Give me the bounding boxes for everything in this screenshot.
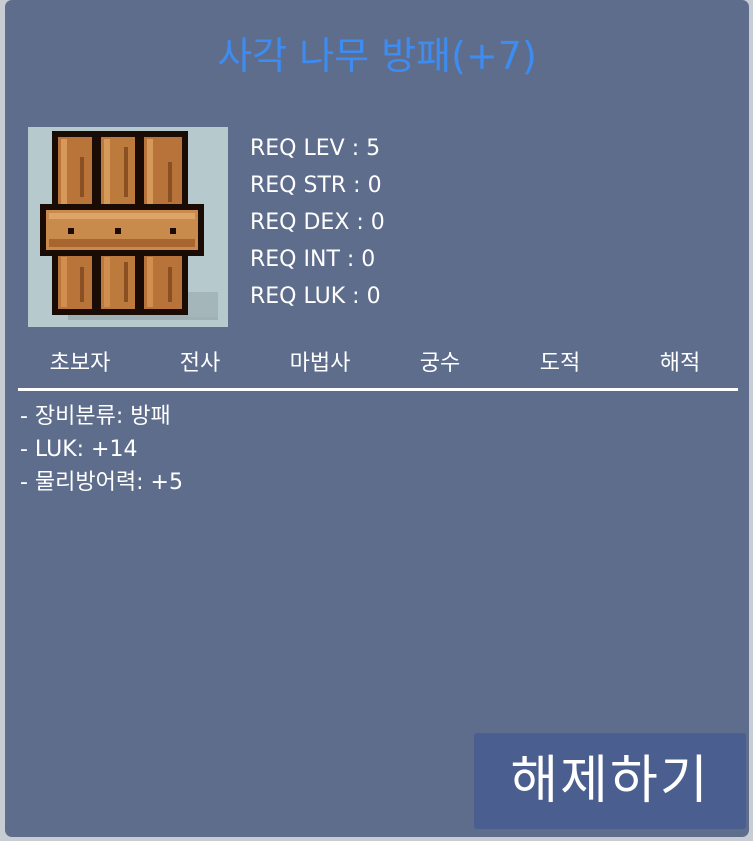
req-str: REQ STR : 0	[250, 173, 382, 198]
job-list: 초보자 전사 마법사 궁수 도적 해적	[20, 344, 740, 384]
wooden-shield-icon	[40, 131, 218, 320]
item-tooltip-panel: 사각 나무 방패(+7) REQ LEV: 5 REQ STR: 0 REQ…	[5, 0, 749, 837]
req-int: REQ INT : 0	[250, 247, 376, 272]
divider	[18, 388, 738, 391]
item-stats: - 장비분류: 방패 - LUK: +14 - 물리방어력: +5	[20, 400, 183, 499]
req-level: REQ LEV : 5	[250, 136, 381, 161]
req-luk: REQ LUK : 0	[250, 284, 381, 309]
item-title: 사각 나무 방패(+7)	[217, 34, 537, 78]
job-bowman: 궁수	[419, 351, 461, 376]
job-beginner: 초보자	[49, 351, 111, 376]
job-thief: 도적	[539, 351, 581, 376]
stat-luk: - LUK: +14	[20, 437, 138, 462]
item-image	[28, 127, 228, 327]
job-warrior: 전사	[179, 351, 221, 376]
requirements-list: REQ LEV : 5 REQ STR : 0 REQ DEX : 0 REQ …	[250, 130, 385, 315]
stat-physical-defense: - 물리방어력: +5	[20, 470, 183, 495]
req-dex: REQ DEX : 0	[250, 210, 385, 235]
job-magician: 마법사	[289, 351, 351, 376]
stat-category: - 장비분류: 방패	[20, 404, 171, 429]
job-pirate: 해적	[659, 351, 701, 376]
unequip-button[interactable]: 해제하기	[474, 733, 746, 829]
